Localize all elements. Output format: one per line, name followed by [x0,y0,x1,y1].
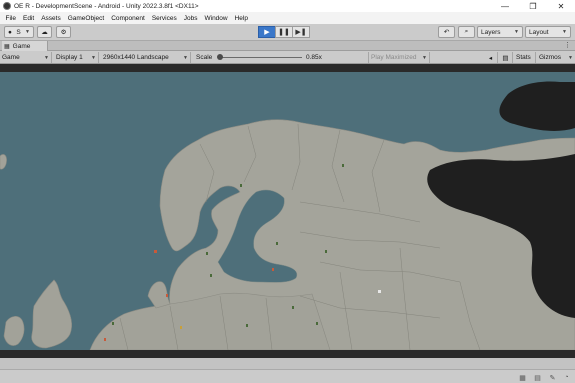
collab-button[interactable]: ⚙ [56,26,71,38]
search-icon: ⌕ [464,28,469,35]
unity-logo-icon [3,2,11,10]
view-mode-label: Game [2,54,20,61]
resolution-dropdown[interactable]: 2960x1440 Landscape ▼ [101,52,191,63]
window-title: OE R - DevelopmentScene - Android - Unit… [14,2,199,10]
chevron-down-icon: ▼ [568,54,573,61]
menu-component[interactable]: Component [108,15,149,22]
scale-slider-track[interactable] [220,57,302,58]
frame-debugger-button[interactable]: ▤ [499,52,513,63]
viewport-bottom-gap [0,358,575,369]
gear-icon: ⚙ [60,29,67,36]
game-viewport[interactable] [0,64,575,358]
window-titlebar: OE R - DevelopmentScene - Android - Unit… [0,0,575,12]
layout-dropdown[interactable]: Layout ▼ [525,26,571,38]
resolution-label: 2960x1440 Landscape [103,54,169,61]
game-view-toolbar: Game ▼ Display 1 ▼ 2960x1440 Landscape ▼… [0,51,575,64]
game-tab-strip: ▦ Game ⋮ [0,41,575,51]
chevron-down-icon: ▼ [562,29,567,35]
chevron-down-icon: ▼ [183,54,188,61]
cloud-icon: ☁ [41,29,48,36]
minimize-button[interactable]: — [491,0,519,12]
cloud-button[interactable]: ☁ [37,26,52,38]
debug-icon[interactable]: ✎ [548,373,557,382]
chevron-down-icon: ▼ [422,54,427,61]
layout-label: Layout [529,28,549,36]
menu-edit[interactable]: Edit [19,15,37,22]
main-toolbar: ● S ▼ ☁ ⚙ ▶ ❚❚ ▶❚ ↶ ⌕ Layers ▼ Layout ▼ [0,24,575,41]
stats-button[interactable]: Stats [514,52,536,63]
scale-label: Scale [196,54,213,61]
close-button[interactable]: ✕ [547,0,575,12]
layers-label: Layers [481,28,501,36]
layers-dropdown[interactable]: Layers ▼ [477,26,523,38]
status-bar: ▦ ▤ ✎ ◔ [0,369,575,383]
chevron-down-icon: ▼ [25,29,30,35]
scale-slider-handle[interactable] [217,54,223,60]
build-icon[interactable]: ▦ [518,373,527,382]
europe-map [0,72,575,350]
account-dropdown[interactable]: ● S ▼ [4,26,34,38]
cache-icon[interactable]: ▤ [533,373,542,382]
step-button[interactable]: ▶❚ [292,26,310,38]
chevron-down-icon: ▼ [44,54,49,61]
display-dropdown[interactable]: Display 1 ▼ [54,52,99,63]
menu-assets[interactable]: Assets [38,15,65,22]
speaker-icon: ◂ [488,54,493,62]
menu-services[interactable]: Services [148,15,180,22]
menu-jobs[interactable]: Jobs [180,15,201,22]
window-controls: — ❐ ✕ [491,0,575,12]
chevron-down-icon: ▼ [91,54,96,61]
tab-game-label: Game [12,42,31,50]
view-mode-dropdown[interactable]: Game ▼ [0,52,52,63]
menu-bar: File Edit Assets GameObject Component Se… [0,12,575,24]
undo-history-button[interactable]: ↶ [438,26,455,38]
gizmos-dropdown[interactable]: Gizmos ▼ [537,52,575,63]
play-mode-dropdown[interactable]: Play Maximized ▼ [368,52,430,63]
menu-gameobject[interactable]: GameObject [64,15,108,22]
tab-game[interactable]: ▦ Game [2,41,48,51]
history-icon: ↶ [443,29,450,36]
account-icon: ● [8,28,12,36]
search-button[interactable]: ⌕ [458,26,475,38]
pause-button[interactable]: ❚❚ [275,26,293,38]
progress-icon[interactable]: ◔ [562,373,571,382]
maximize-button[interactable]: ❐ [519,0,547,12]
account-label: S [16,28,21,36]
mute-audio-button[interactable]: ◂ [484,52,498,63]
play-button[interactable]: ▶ [258,26,276,38]
gizmos-label: Gizmos [539,54,562,61]
keyboard-icon: ▤ [502,54,509,62]
play-mode-label: Play Maximized [371,54,417,61]
scale-value: 0.85x [306,54,322,61]
game-controller-icon: ▦ [4,43,10,50]
menu-help[interactable]: Help [231,15,251,22]
menu-window[interactable]: Window [201,15,231,22]
display-label: Display 1 [56,54,83,61]
chevron-down-icon: ▼ [514,29,519,35]
playmode-controls: ▶ ❚❚ ▶❚ [258,26,310,38]
menu-file[interactable]: File [2,15,19,22]
more-options-icon[interactable]: ⋮ [564,41,571,51]
